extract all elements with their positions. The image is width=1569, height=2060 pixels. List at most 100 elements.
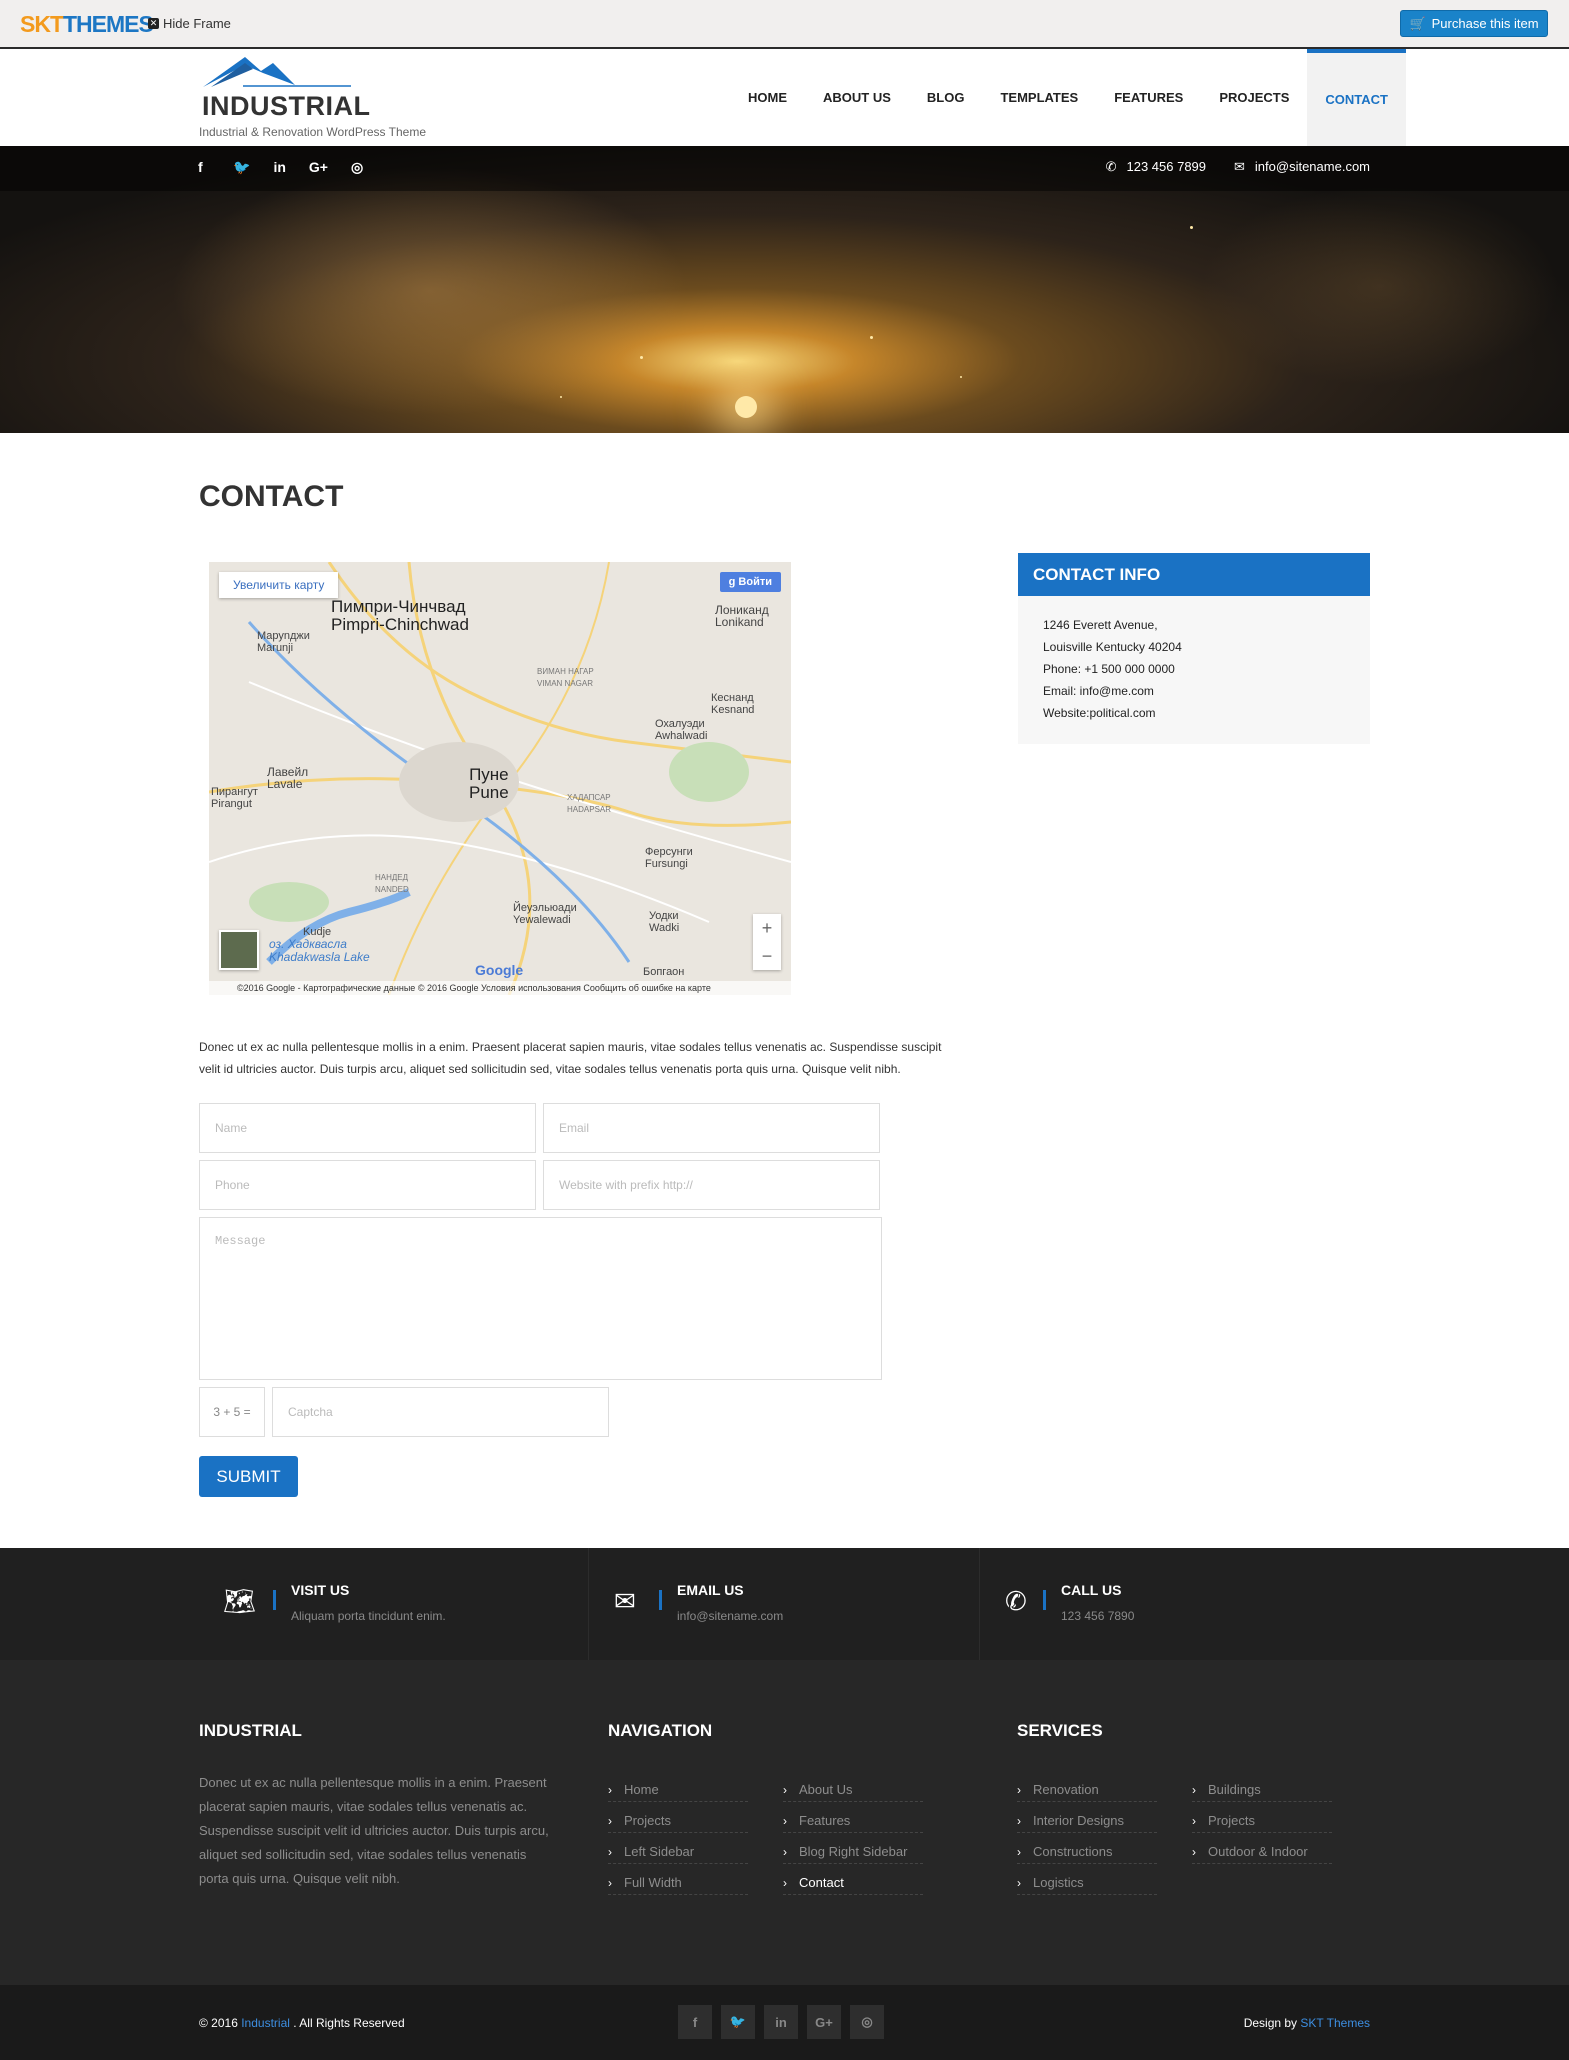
info-divider — [273, 1590, 276, 1610]
map-label-kesnand: Кеснанд Kesnand — [711, 692, 754, 716]
copyright-bar: © 2016 Industrial . All Rights Reserved … — [0, 1985, 1569, 2060]
map-label-fursungi-ru: Ферсунги — [645, 846, 693, 858]
map-label-viman-ru: ВИМАН НАГАР — [537, 667, 594, 676]
nav-contact[interactable]: CONTACT — [1307, 49, 1406, 146]
footer-link[interactable]: › Blog Right Sidebar — [783, 1833, 923, 1864]
linkedin-icon[interactable]: in — [273, 159, 285, 176]
phone-input[interactable]: Phone — [199, 1160, 536, 1210]
map-label-pune-en: Pune — [469, 783, 509, 802]
footer-link[interactable]: › Interior Designs — [1017, 1802, 1157, 1833]
google-map[interactable]: Увеличить карту g Войти Пимпри-Чинчвад Pi… — [209, 562, 791, 995]
chevron-right-icon: › — [608, 1783, 612, 1797]
footer-link-current[interactable]: › Contact — [783, 1864, 923, 1895]
footer-link[interactable]: › Projects — [1192, 1802, 1332, 1833]
info-divider — [659, 1590, 662, 1610]
hide-frame-label: Hide Frame — [163, 16, 231, 31]
chevron-right-icon: › — [1017, 1783, 1021, 1797]
purchase-label: Purchase this item — [1431, 16, 1539, 31]
email-input[interactable]: Email — [543, 1103, 880, 1153]
footer-link[interactable]: › About Us — [783, 1771, 923, 1802]
map-label-awhalwadi-en: Awhalwadi — [655, 730, 708, 742]
footer-link-label: Projects — [1208, 1813, 1255, 1828]
map-label-marunji: Маруnджи Marunji — [257, 630, 310, 654]
chevron-right-icon: › — [608, 1814, 612, 1828]
footer-link[interactable]: › Buildings — [1192, 1771, 1332, 1802]
skt-themes-logo[interactable]: SKTTHEMES — [20, 11, 154, 38]
map-label-hadapsar-ru: ХАДАПСАР — [567, 793, 611, 802]
design-credit-prefix: Design by — [1243, 2016, 1298, 2030]
footer-link[interactable]: › Left Sidebar — [608, 1833, 748, 1864]
footer-link-label: Logistics — [1033, 1875, 1084, 1890]
map-label-nanded-en: NANDED — [375, 885, 409, 894]
footer-link-label: Buildings — [1208, 1782, 1261, 1797]
header-email[interactable]: ✉ info@sitename.com — [1234, 159, 1370, 175]
footer-link[interactable]: › Outdoor & Indoor — [1192, 1833, 1332, 1864]
message-textarea[interactable]: Message — [199, 1217, 882, 1380]
facebook-icon[interactable]: f — [678, 2005, 712, 2039]
map-label-yewalewadi-en: Yewalewadi — [513, 914, 571, 926]
site-logo[interactable]: INDUSTRIAL Industrial & Renovation WordP… — [199, 55, 459, 140]
instagram-icon[interactable]: ◎ — [850, 2005, 884, 2039]
twitter-icon[interactable]: 🐦 — [721, 2005, 755, 2039]
footer-link[interactable]: › Full Width — [608, 1864, 748, 1895]
footer-link[interactable]: › Constructions — [1017, 1833, 1157, 1864]
name-input[interactable]: Name — [199, 1103, 536, 1153]
website-input[interactable]: Website with prefix http:// — [543, 1160, 880, 1210]
copyright-suffix: . All Rights Reserved — [293, 2016, 405, 2030]
copyright-site-link[interactable]: Industrial — [241, 2016, 290, 2030]
footer-link[interactable]: › Projects — [608, 1802, 748, 1833]
google-plus-icon[interactable]: G+ — [807, 2005, 841, 2039]
hero-banner-image: f 🐦 in G+ ◎ ✆ 123 456 7899 ✉ info@sitename… — [0, 146, 1569, 433]
google-plus-icon[interactable]: G+ — [309, 159, 328, 176]
map-enlarge-button[interactable]: Увеличить карту — [219, 572, 339, 598]
skt-themes-link[interactable]: SKT Themes — [1300, 2016, 1370, 2030]
visit-us-text: Aliquam porta tincidunt enim. — [291, 1609, 446, 1623]
footer-link[interactable]: › Logistics — [1017, 1864, 1157, 1895]
footer-link-label: Contact — [799, 1875, 844, 1890]
copyright-text: © 2016 Industrial . All Rights Reserved — [199, 2016, 405, 2030]
email-us-text[interactable]: info@sitename.com — [677, 1609, 783, 1623]
footer-link[interactable]: › Home — [608, 1771, 748, 1802]
purchase-button[interactable]: 🛒 Purchase this item — [1400, 10, 1548, 37]
google-logo: Google — [475, 962, 524, 978]
facebook-icon[interactable]: f — [198, 159, 210, 176]
map-label-pimpri-en: Pimpri-Chinchwad — [331, 615, 469, 634]
footer-services-list-1: › Renovation › Interior Designs › Construct… — [1017, 1771, 1157, 1895]
footer-services-list-2: › Buildings › Projects › Outdoor & Indoor — [1192, 1771, 1332, 1864]
map-label-nanded-ru: НАНДЕД — [375, 873, 409, 882]
map-label-bopgaon: Бопгаон — [643, 966, 685, 978]
map-login-button[interactable]: g Войти — [719, 572, 781, 592]
envelope-icon: ✉ — [1234, 159, 1245, 174]
nav-home[interactable]: HOME — [730, 49, 805, 146]
nav-about-us[interactable]: ABOUT US — [805, 49, 909, 146]
contact-info-lines: 1246 Everett Avenue, Louisville Kentucky… — [1018, 596, 1370, 724]
map-satellite-toggle[interactable] — [219, 930, 259, 970]
footer-link[interactable]: › Renovation — [1017, 1771, 1157, 1802]
instagram-icon[interactable]: ◎ — [351, 159, 363, 176]
nav-templates[interactable]: TEMPLATES — [982, 49, 1096, 146]
captcha-input[interactable]: Captcha — [272, 1387, 609, 1437]
footer-link-label: Interior Designs — [1033, 1813, 1125, 1828]
map-label-pimpri-ru: Пимпри-Чинчвад — [331, 597, 466, 616]
footer-link-label: About Us — [799, 1782, 853, 1797]
nav-features[interactable]: FEATURES — [1096, 49, 1201, 146]
submit-button[interactable]: SUBMIT — [199, 1456, 298, 1497]
footer-link[interactable]: › Features — [783, 1802, 923, 1833]
main-nav: HOME ABOUT US BLOG TEMPLATES FEATURES PR… — [730, 49, 1406, 146]
zoom-out-button[interactable]: − — [753, 942, 781, 970]
nav-blog[interactable]: BLOG — [909, 49, 983, 146]
nav-projects[interactable]: PROJECTS — [1201, 49, 1307, 146]
logo-name: INDUSTRIAL — [202, 91, 371, 121]
contact-info-widget: CONTACT INFO 1246 Everett Avenue, Louisv… — [1018, 553, 1370, 744]
zoom-in-button[interactable]: + — [753, 914, 781, 942]
preview-frame-bar: SKTTHEMES ✕ Hide Frame 🛒 Purchase this i… — [0, 0, 1569, 49]
hide-frame-link[interactable]: ✕ Hide Frame — [148, 16, 231, 31]
map-attribution[interactable]: ©2016 Google - Картографические данные ©… — [209, 981, 791, 995]
map-zoom-control: + − — [753, 914, 781, 970]
linkedin-icon[interactable]: in — [764, 2005, 798, 2039]
map-label-lake-ru: оз. Хадквасла — [269, 937, 347, 951]
twitter-icon[interactable]: 🐦 — [233, 159, 250, 176]
skt-logo-text: SKT — [20, 11, 64, 37]
info-divider — [1043, 1590, 1046, 1610]
contact-info-address2: Louisville Kentucky 40204 — [1043, 640, 1182, 654]
